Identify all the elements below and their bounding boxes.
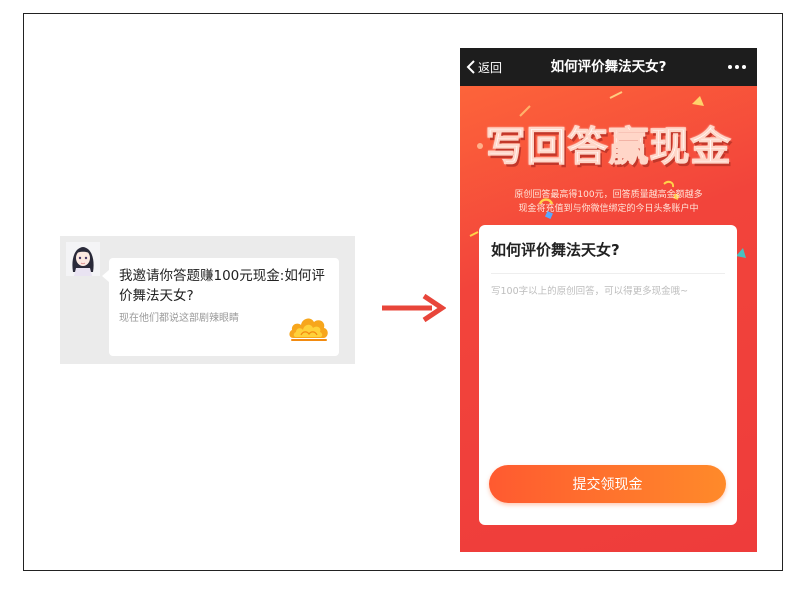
back-label: 返回 — [478, 60, 503, 75]
divider — [491, 273, 725, 274]
auspicious-cloud-icon — [289, 318, 328, 341]
right-arrow-icon — [382, 293, 446, 323]
avatar[interactable] — [66, 242, 100, 276]
banner-desc-line-2: 现金将充值到与你微信绑定的今日头条账户中 — [518, 204, 699, 214]
chat-message-subtitle: 现在他们都说这部剧辣眼睛 — [119, 313, 239, 324]
banner-desc-line-1: 原创回答最高得100元，回答质量越高金额越多 — [514, 190, 703, 200]
chat-panel: 我邀请你答题赚100元现金:如何评价舞法天女? 现在他们都说这部剧辣眼睛 — [60, 236, 355, 364]
more-dots-icon — [728, 65, 746, 69]
submit-button[interactable]: 提交领现金 — [489, 465, 726, 503]
answer-card: 如何评价舞法天女? 提交领现金 — [479, 225, 737, 525]
more-button[interactable] — [725, 48, 749, 86]
nav-title: 如何评价舞法天女? — [550, 59, 667, 75]
phone-screen: 返回 如何评价舞法天女? 写回答赢现金 原创回答最高得100元，回答质量越高金额… — [460, 48, 757, 552]
navbar: 返回 如何评价舞法天女? — [460, 48, 757, 86]
banner-description: 原创回答最高得100元，回答质量越高金额越多 现金将充值到与你微信绑定的今日头条… — [460, 188, 757, 216]
back-button[interactable]: 返回 — [466, 48, 502, 86]
question-title: 如何评价舞法天女? — [491, 241, 620, 259]
chevron-left-icon — [466, 60, 475, 74]
chat-message-title: 我邀请你答题赚100元现金:如何评价舞法天女? — [119, 268, 325, 304]
chat-message-bubble[interactable]: 我邀请你答题赚100元现金:如何评价舞法天女? 现在他们都说这部剧辣眼睛 — [102, 258, 339, 356]
banner-title: 写回答赢现金 — [485, 124, 732, 171]
answer-input[interactable] — [489, 281, 731, 455]
